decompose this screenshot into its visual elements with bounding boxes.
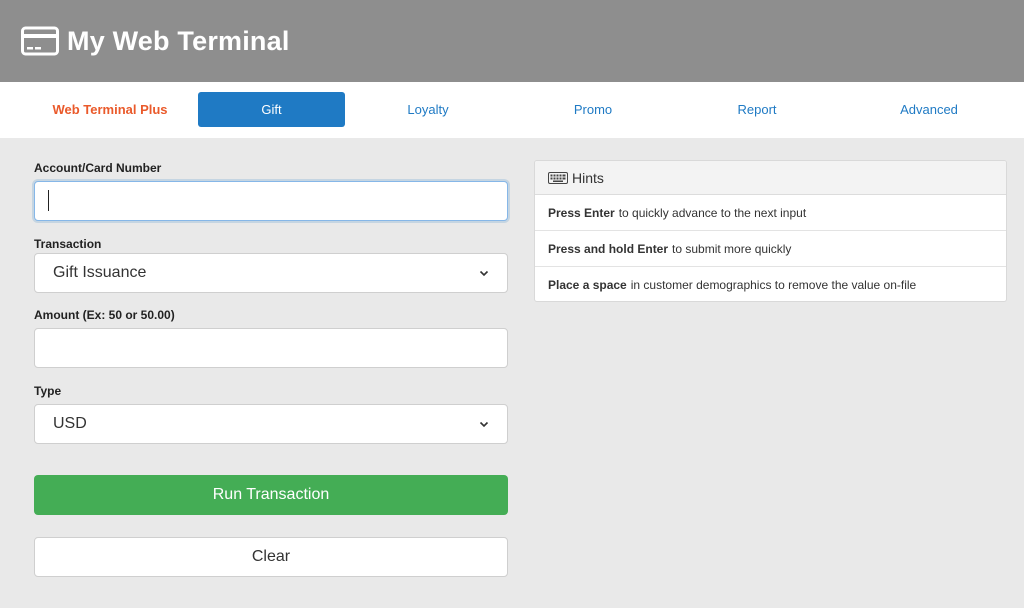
type-select[interactable]: USD <box>34 404 508 444</box>
tab-gift[interactable]: Gift <box>198 92 345 127</box>
hint-item: Press Enter to quickly advance to the ne… <box>535 195 1006 231</box>
amount-label: Amount (Ex: 50 or 50.00) <box>34 308 175 322</box>
app-header: My Web Terminal <box>0 0 1024 82</box>
hint-item: Press and hold Enter to submit more quic… <box>535 231 1006 267</box>
amount-input[interactable] <box>34 328 508 368</box>
hints-title: Hints <box>572 170 604 186</box>
keyboard-icon <box>548 172 568 184</box>
hint-emphasis: Press and hold Enter <box>548 242 668 256</box>
transaction-selected-value: Gift Issuance <box>53 264 479 282</box>
chevron-down-icon <box>479 268 489 278</box>
hint-text: in customer demographics to remove the v… <box>631 278 916 292</box>
transaction-label: Transaction <box>34 237 101 251</box>
tab-advanced[interactable]: Advanced <box>879 92 979 127</box>
hint-text: to quickly advance to the next input <box>619 206 806 220</box>
hint-emphasis: Press Enter <box>548 206 615 220</box>
hint-emphasis: Place a space <box>548 278 627 292</box>
type-label: Type <box>34 384 61 398</box>
text-cursor <box>48 190 49 211</box>
type-selected-value: USD <box>53 415 479 433</box>
credit-card-icon <box>21 24 59 58</box>
chevron-down-icon <box>479 419 489 429</box>
nav-bar: Web Terminal Plus Gift Loyalty Promo Rep… <box>0 82 1024 138</box>
hints-header: Hints <box>535 161 1006 195</box>
account-number-input[interactable] <box>34 181 508 221</box>
tab-web-terminal-plus[interactable]: Web Terminal Plus <box>40 92 180 127</box>
hint-item: Place a space in customer demographics t… <box>535 267 1006 302</box>
hint-text: to submit more quickly <box>672 242 791 256</box>
tab-report[interactable]: Report <box>707 92 807 127</box>
run-transaction-button[interactable]: Run Transaction <box>34 475 508 515</box>
tab-promo[interactable]: Promo <box>543 92 643 127</box>
tab-loyalty[interactable]: Loyalty <box>378 92 478 127</box>
account-number-label: Account/Card Number <box>34 161 161 175</box>
transaction-select[interactable]: Gift Issuance <box>34 253 508 293</box>
clear-button[interactable]: Clear <box>34 537 508 577</box>
app-title: My Web Terminal <box>67 26 290 57</box>
hints-panel: Hints Press Enter to quickly advance to … <box>534 160 1007 302</box>
